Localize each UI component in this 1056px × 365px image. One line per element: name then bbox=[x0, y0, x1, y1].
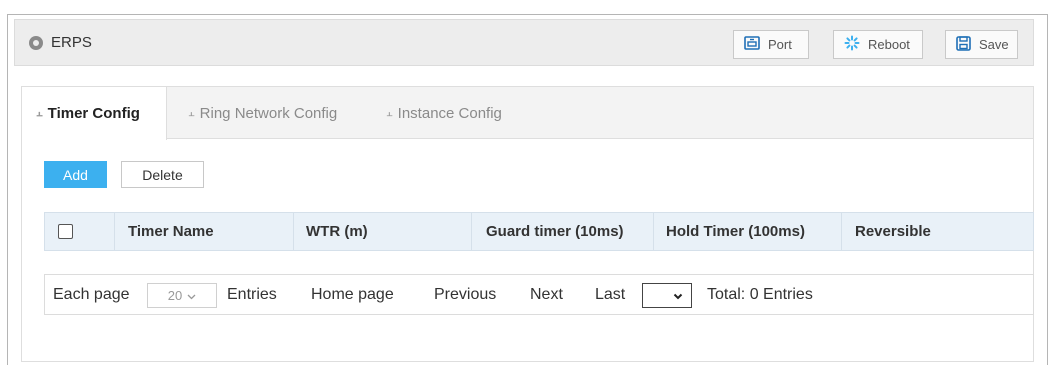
last-page-link[interactable]: Last bbox=[595, 286, 625, 304]
port-icon bbox=[744, 36, 768, 53]
column-header-guard-timer[interactable]: Guard timer (10ms) bbox=[472, 213, 654, 250]
save-button-label: Save bbox=[979, 37, 1009, 52]
column-label: WTR (m) bbox=[306, 223, 368, 240]
content-panel: ⫠ Timer Config ⫠ Ring Network Config ⫠ I… bbox=[21, 86, 1034, 362]
save-icon bbox=[956, 35, 979, 54]
entries-label: Entries bbox=[227, 286, 277, 303]
module-dot-icon bbox=[29, 36, 43, 50]
next-page-link[interactable]: Next bbox=[530, 286, 563, 304]
column-label: Hold Timer (100ms) bbox=[666, 223, 805, 240]
each-page-label: Each page bbox=[53, 286, 130, 303]
tab-ring-network-config[interactable]: ⫠ Ring Network Config bbox=[188, 87, 337, 139]
column-label: Timer Name bbox=[128, 223, 214, 240]
select-all-checkbox[interactable] bbox=[58, 224, 73, 239]
table-header: Timer Name WTR (m) Guard timer (10ms) Ho… bbox=[44, 212, 1034, 251]
page-size-value: 20 bbox=[167, 288, 183, 303]
reboot-button[interactable]: Reboot bbox=[833, 30, 923, 59]
tab-arrow-icon: ⫠ bbox=[188, 106, 195, 119]
tab-arrow-icon: ⫠ bbox=[36, 107, 43, 119]
chevron-down-icon bbox=[673, 287, 683, 305]
tab-arrow-icon: ⫠ bbox=[386, 106, 393, 119]
port-button-label: Port bbox=[768, 37, 792, 52]
port-button[interactable]: Port bbox=[733, 30, 809, 59]
chevron-down-icon bbox=[187, 288, 196, 303]
column-label: Reversible bbox=[855, 223, 931, 240]
tab-bar: ⫠ Timer Config ⫠ Ring Network Config ⫠ I… bbox=[22, 87, 1033, 140]
add-button[interactable]: Add bbox=[44, 161, 107, 188]
pagination-bar: Each page 20 Entries Home page Previous … bbox=[44, 274, 1034, 315]
column-header-reversible[interactable]: Reversible bbox=[842, 213, 1033, 250]
column-header-timer-name[interactable]: Timer Name bbox=[115, 213, 294, 250]
page-title: ERPS bbox=[51, 34, 92, 51]
home-page-link[interactable]: Home page bbox=[311, 286, 394, 304]
previous-page-link[interactable]: Previous bbox=[434, 286, 496, 304]
column-header-wtr[interactable]: WTR (m) bbox=[294, 213, 472, 250]
tab-instance-config[interactable]: ⫠ Instance Config bbox=[386, 87, 502, 139]
column-label: Guard timer (10ms) bbox=[486, 223, 624, 240]
total-entries-label: Total: 0 Entries bbox=[707, 286, 813, 303]
reboot-button-label: Reboot bbox=[868, 37, 910, 52]
page-number-select[interactable] bbox=[642, 283, 692, 308]
tab-label: Ring Network Config bbox=[199, 104, 338, 122]
column-header-hold-timer[interactable]: Hold Timer (100ms) bbox=[654, 213, 842, 250]
tab-label: Instance Config bbox=[397, 104, 502, 122]
page-size-select[interactable]: 20 bbox=[147, 283, 217, 308]
tab-label: Timer Config bbox=[47, 105, 140, 122]
reboot-icon bbox=[844, 35, 868, 54]
tab-timer-config[interactable]: ⫠ Timer Config bbox=[22, 87, 167, 140]
select-all-cell bbox=[45, 213, 115, 250]
save-button[interactable]: Save bbox=[945, 30, 1018, 59]
delete-button[interactable]: Delete bbox=[121, 161, 204, 188]
title-bar: ERPS Port Reboot Save bbox=[14, 19, 1034, 66]
